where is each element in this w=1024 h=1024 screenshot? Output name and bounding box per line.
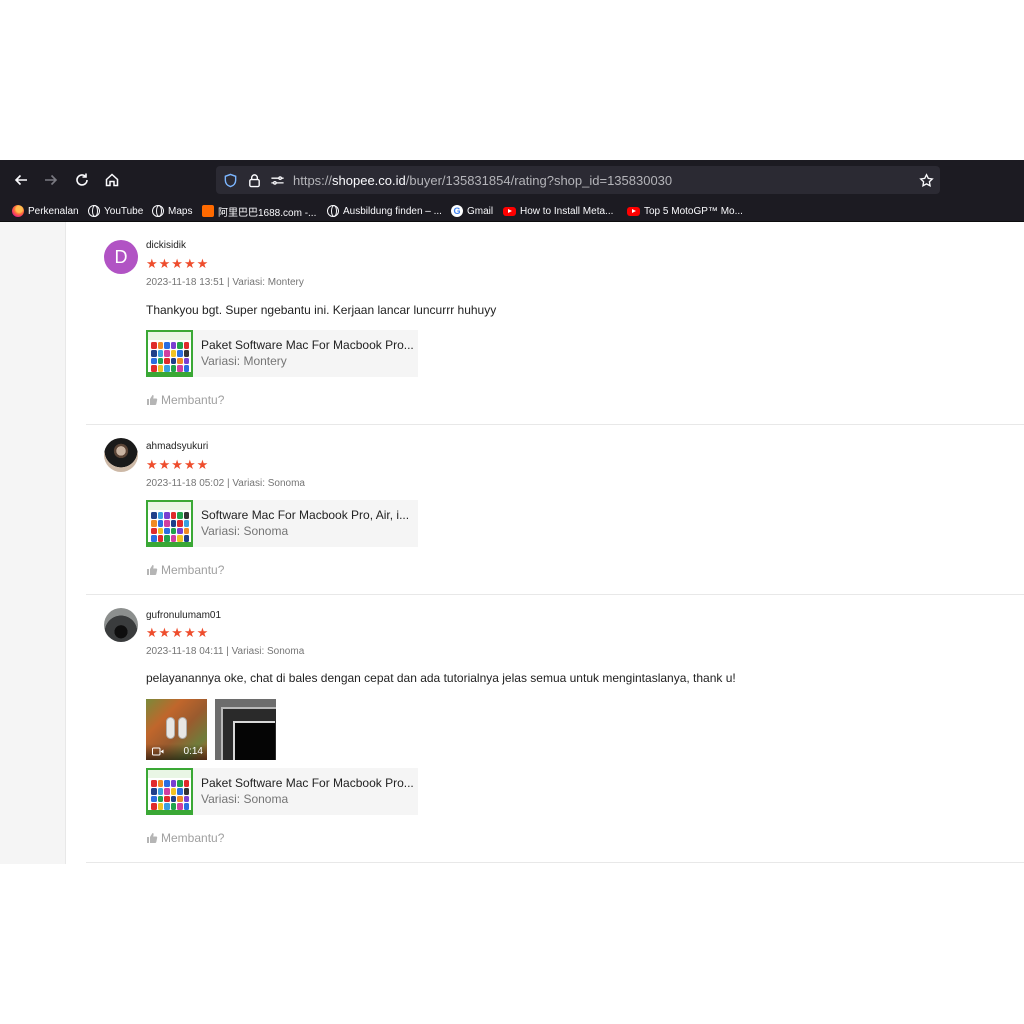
review-comment: pelayanannya oke, chat di bales dengan c… (146, 671, 736, 685)
avatar[interactable] (104, 608, 138, 642)
back-arrow-icon[interactable] (11, 170, 31, 190)
bookmark-youtube[interactable]: YouTube (88, 203, 143, 219)
helpful-button[interactable]: Membantu? (146, 563, 224, 577)
product-thumbnail (146, 768, 193, 815)
thumbs-up-icon (147, 565, 158, 575)
product-variation: Variasi: Sonoma (201, 524, 289, 538)
bookmark-label: 阿里巴巴1688.com -... (218, 207, 317, 219)
product-thumbnail (146, 330, 193, 377)
ratings-page: D dickisidik ★★★★★ 2023-11-18 13:51 | Va… (0, 222, 1024, 864)
url-scheme: https:// (293, 173, 333, 188)
review-item: D dickisidik ★★★★★ 2023-11-18 13:51 | Va… (86, 224, 1024, 425)
helpful-label: Membantu? (161, 831, 225, 845)
product-card[interactable]: Software Mac For Macbook Pro, Air, i... … (146, 500, 418, 547)
shield-icon[interactable] (222, 172, 238, 188)
product-card[interactable]: Paket Software Mac For Macbook Pro... Va… (146, 330, 418, 377)
bookmark-label: Perkenalan (28, 205, 79, 217)
bookmark-motogp[interactable]: Top 5 MotoGP™ Mo... (627, 203, 743, 219)
product-card[interactable]: Paket Software Mac For Macbook Pro... Va… (146, 768, 418, 815)
bookmark-star-icon[interactable] (918, 172, 934, 188)
bookmark-label: Maps (168, 205, 193, 217)
star-rating: ★★★★★ (146, 457, 210, 472)
browser-toolbar: https://shopee.co.id/buyer/135831854/rat… (0, 160, 1024, 200)
bookmark-label: YouTube (104, 205, 144, 217)
product-variation: Variasi: Sonoma (201, 792, 289, 806)
review-photo-thumbnail[interactable] (215, 699, 276, 760)
review-item: gufronulumam01 ★★★★★ 2023-11-18 04:11 | … (86, 595, 1024, 863)
bookmark-label: How to Install Meta... (520, 205, 614, 217)
product-name: Paket Software Mac For Macbook Pro... (201, 776, 414, 790)
review-media: 0:14 (146, 699, 286, 760)
helpful-button[interactable]: Membantu? (146, 393, 224, 407)
review-video-thumbnail[interactable]: 0:14 (146, 699, 207, 760)
product-name: Paket Software Mac For Macbook Pro... (201, 338, 414, 352)
helpful-label: Membantu? (161, 393, 225, 407)
firefox-icon (12, 205, 24, 217)
review-comment: Thankyou bgt. Super ngebantu ini. Kerjaa… (146, 303, 497, 317)
review-item: ahmadsyukuri ★★★★★ 2023-11-18 05:02 | Va… (86, 425, 1024, 595)
url-path: /buyer/135831854/rating?shop_id=13583003… (405, 173, 673, 188)
alibaba-icon (202, 205, 214, 217)
reload-icon[interactable] (72, 170, 92, 190)
avatar[interactable] (104, 438, 138, 472)
video-camera-icon (152, 747, 164, 756)
bookmarks-bar: Perkenalan YouTube Maps 阿里巴巴1688.com -..… (0, 200, 1024, 222)
browser-window: https://shopee.co.id/buyer/135831854/rat… (0, 160, 1024, 864)
star-rating: ★★★★★ (146, 625, 210, 640)
username: dickisidik (146, 240, 187, 251)
lock-icon[interactable] (246, 172, 262, 188)
review-meta: 2023-11-18 05:02 | Variasi: Sonoma (146, 478, 305, 489)
avatar-letter: D (114, 246, 128, 267)
globe-icon (327, 205, 339, 217)
username: gufronulumam01 (146, 610, 222, 621)
url-text[interactable]: https://shopee.co.id/buyer/135831854/rat… (293, 173, 672, 188)
helpful-button[interactable]: Membantu? (146, 831, 224, 845)
product-variation: Variasi: Montery (201, 354, 287, 368)
youtube-icon (503, 206, 516, 216)
thumbs-up-icon (147, 395, 158, 405)
bookmark-ausbildung[interactable]: Ausbildung finden – ... (327, 203, 442, 219)
bookmark-label: Gmail (467, 205, 494, 217)
star-rating: ★★★★★ (146, 256, 210, 271)
video-duration: 0:14 (183, 746, 203, 757)
bookmark-how-to-install[interactable]: How to Install Meta... (503, 203, 613, 219)
bookmark-label: Top 5 MotoGP™ Mo... (644, 205, 743, 217)
username: ahmadsyukuri (146, 441, 209, 452)
helpful-label: Membantu? (161, 563, 225, 577)
bookmark-maps[interactable]: Maps (152, 203, 192, 219)
product-name: Software Mac For Macbook Pro, Air, i... (201, 508, 410, 522)
bookmark-perkenalan[interactable]: Perkenalan (12, 203, 79, 219)
youtube-icon (627, 206, 640, 216)
bookmark-gmail[interactable]: G Gmail (451, 203, 493, 219)
review-meta: 2023-11-18 13:51 | Variasi: Montery (146, 277, 304, 288)
forward-arrow-icon[interactable] (41, 170, 61, 190)
url-host: shopee.co.id (332, 173, 406, 188)
permissions-icon[interactable] (269, 172, 285, 188)
left-sidebar (0, 222, 66, 864)
review-meta: 2023-11-18 04:11 | Variasi: Sonoma (146, 646, 305, 657)
home-icon[interactable] (102, 170, 122, 190)
google-icon: G (451, 205, 463, 217)
globe-icon (152, 205, 164, 217)
product-thumbnail (146, 500, 193, 547)
thumbs-up-icon (147, 833, 158, 843)
globe-icon (88, 205, 100, 217)
bookmark-1688[interactable]: 阿里巴巴1688.com -... (202, 203, 316, 219)
bookmark-label: Ausbildung finden – ... (343, 205, 442, 217)
address-bar[interactable]: https://shopee.co.id/buyer/135831854/rat… (216, 166, 940, 194)
avatar[interactable]: D (104, 240, 138, 274)
